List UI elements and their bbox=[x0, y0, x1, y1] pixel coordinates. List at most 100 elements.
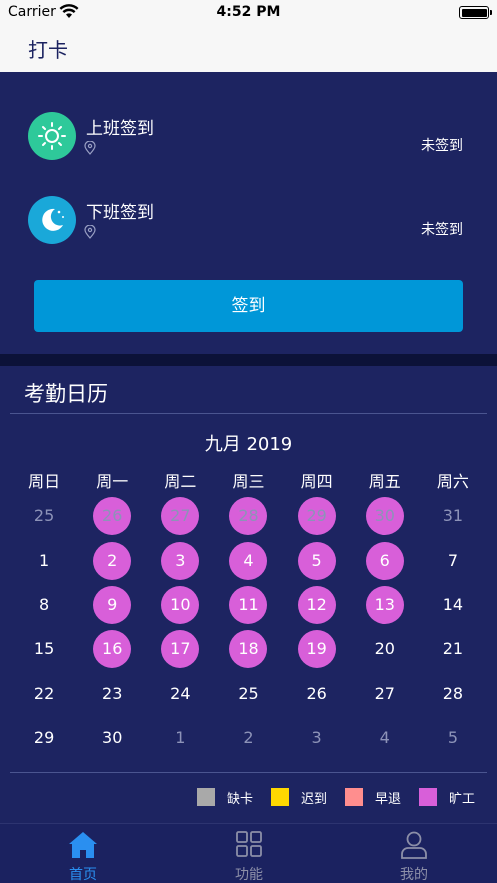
calendar-day[interactable]: 4 bbox=[214, 538, 282, 582]
user-icon bbox=[401, 831, 427, 859]
calendar-day[interactable]: 24 bbox=[146, 672, 214, 716]
calendar-day[interactable]: 10 bbox=[146, 583, 214, 627]
off-duty-status: 未签到 bbox=[421, 222, 463, 238]
day-number: 4 bbox=[379, 728, 390, 748]
calendar-day[interactable]: 28 bbox=[419, 672, 487, 716]
calendar-day[interactable]: 25 bbox=[214, 672, 282, 716]
legend-swatch bbox=[196, 788, 215, 806]
weekday-label: 周二 bbox=[164, 472, 197, 491]
calendar-day[interactable]: 12 bbox=[283, 583, 351, 627]
calendar-day[interactable]: 15 bbox=[10, 627, 78, 671]
tab-label: 首页 bbox=[69, 867, 97, 883]
day-number: 5 bbox=[447, 728, 458, 748]
calendar-day[interactable]: 27 bbox=[351, 672, 419, 716]
day-number: 12 bbox=[306, 594, 327, 614]
calendar-day[interactable]: 5 bbox=[283, 538, 351, 582]
home-icon bbox=[69, 832, 97, 858]
calendar-day[interactable]: 5 bbox=[419, 716, 487, 760]
status-bar: Carrier 4:52 PM bbox=[0, 0, 497, 26]
day-number: 6 bbox=[379, 550, 390, 570]
calendar-day[interactable]: 3 bbox=[146, 538, 214, 582]
day-number: 20 bbox=[374, 639, 395, 659]
legend-label: 早退 bbox=[374, 791, 401, 807]
legend-item: 旷工 bbox=[418, 788, 475, 807]
calendar-day[interactable]: 13 bbox=[351, 583, 419, 627]
calendar-day[interactable]: 9 bbox=[78, 583, 146, 627]
on-duty-label: 上班签到 bbox=[86, 119, 154, 139]
legend-item: 缺卡 bbox=[196, 788, 253, 807]
calendar-legend: 缺卡 迟到 早退 旷工 bbox=[179, 787, 475, 807]
day-number: 29 bbox=[306, 506, 327, 526]
calendar-day[interactable]: 2 bbox=[78, 538, 146, 582]
calendar-day[interactable]: 29 bbox=[10, 716, 78, 760]
weekday-label: 周六 bbox=[436, 472, 469, 491]
checkin-button[interactable]: 签到 bbox=[34, 280, 463, 332]
calendar-day[interactable]: 30 bbox=[351, 494, 419, 538]
legend-label: 旷工 bbox=[448, 791, 475, 807]
calendar-day[interactable]: 4 bbox=[351, 716, 419, 760]
calendar-day[interactable]: 3 bbox=[283, 716, 351, 760]
divider bbox=[10, 772, 487, 773]
tab-functions[interactable]: 功能 bbox=[166, 824, 332, 883]
grid-icon bbox=[236, 831, 262, 857]
calendar-day[interactable]: 29 bbox=[283, 494, 351, 538]
day-number: 26 bbox=[102, 506, 123, 526]
calendar-day[interactable]: 17 bbox=[146, 627, 214, 671]
tab-mine[interactable]: 我的 bbox=[331, 824, 497, 883]
calendar-day[interactable]: 31 bbox=[419, 494, 487, 538]
day-number: 8 bbox=[38, 594, 50, 614]
day-number: 5 bbox=[311, 550, 322, 570]
clock: 4:52 PM bbox=[216, 4, 281, 20]
calendar-day[interactable]: 7 bbox=[419, 538, 487, 582]
calendar-day[interactable]: 30 bbox=[78, 716, 146, 760]
calendar-day[interactable]: 2 bbox=[214, 716, 282, 760]
page-title: 打卡 bbox=[28, 38, 68, 62]
calendar-day[interactable]: 26 bbox=[283, 672, 351, 716]
calendar-week: 25 26 27 28 29 30 31 bbox=[10, 494, 487, 538]
day-number: 29 bbox=[33, 728, 55, 748]
calendar-day[interactable]: 18 bbox=[214, 627, 282, 671]
on-duty-row: 上班签到 未签到 bbox=[0, 112, 497, 172]
calendar-day[interactable]: 21 bbox=[419, 627, 487, 671]
calendar-day[interactable]: 14 bbox=[419, 583, 487, 627]
calendar-day[interactable]: 28 bbox=[214, 494, 282, 538]
weekday-label: 周日 bbox=[28, 472, 61, 491]
calendar-day[interactable]: 20 bbox=[351, 627, 419, 671]
day-number: 11 bbox=[238, 594, 259, 614]
weekday-header: 周日 周一 周二 周三 周四 周五 周六 bbox=[10, 468, 487, 491]
calendar-day[interactable]: 1 bbox=[10, 538, 78, 582]
calendar-day[interactable]: 23 bbox=[78, 672, 146, 716]
calendar-day[interactable]: 11 bbox=[214, 583, 282, 627]
calendar-day[interactable]: 22 bbox=[10, 672, 78, 716]
day-number: 17 bbox=[170, 639, 191, 659]
day-number: 3 bbox=[175, 550, 186, 570]
off-duty-row: 下班签到 未签到 bbox=[0, 196, 497, 256]
day-number: 19 bbox=[306, 639, 327, 659]
weekday-label: 周一 bbox=[96, 472, 129, 491]
calendar-day[interactable]: 16 bbox=[78, 627, 146, 671]
day-number: 18 bbox=[238, 639, 259, 659]
calendar-week: 22 23 24 25 26 27 28 bbox=[10, 672, 487, 716]
off-duty-label: 下班签到 bbox=[86, 203, 154, 223]
day-number: 16 bbox=[102, 639, 123, 659]
calendar-week: 8 9 10 11 12 13 14 bbox=[10, 583, 487, 627]
calendar-day[interactable]: 8 bbox=[10, 583, 78, 627]
moon-icon bbox=[28, 196, 76, 244]
day-number: 25 bbox=[33, 506, 55, 526]
nav-bar: 打卡 bbox=[0, 26, 497, 72]
day-number: 22 bbox=[33, 683, 55, 703]
day-number: 27 bbox=[170, 506, 191, 526]
legend-item: 迟到 bbox=[270, 788, 327, 807]
calendar-day[interactable]: 27 bbox=[146, 494, 214, 538]
calendar-day[interactable]: 19 bbox=[283, 627, 351, 671]
calendar-day[interactable]: 25 bbox=[10, 494, 78, 538]
checkin-panel: 上班签到 未签到 下班签到 未签到 签到 bbox=[0, 72, 497, 354]
legend-swatch bbox=[270, 788, 289, 806]
day-number: 2 bbox=[243, 728, 254, 748]
section-divider bbox=[0, 354, 497, 366]
day-number: 1 bbox=[38, 550, 50, 570]
calendar-day[interactable]: 1 bbox=[146, 716, 214, 760]
calendar-day[interactable]: 26 bbox=[78, 494, 146, 538]
calendar-day[interactable]: 6 bbox=[351, 538, 419, 582]
tab-home[interactable]: 首页 bbox=[0, 824, 166, 883]
